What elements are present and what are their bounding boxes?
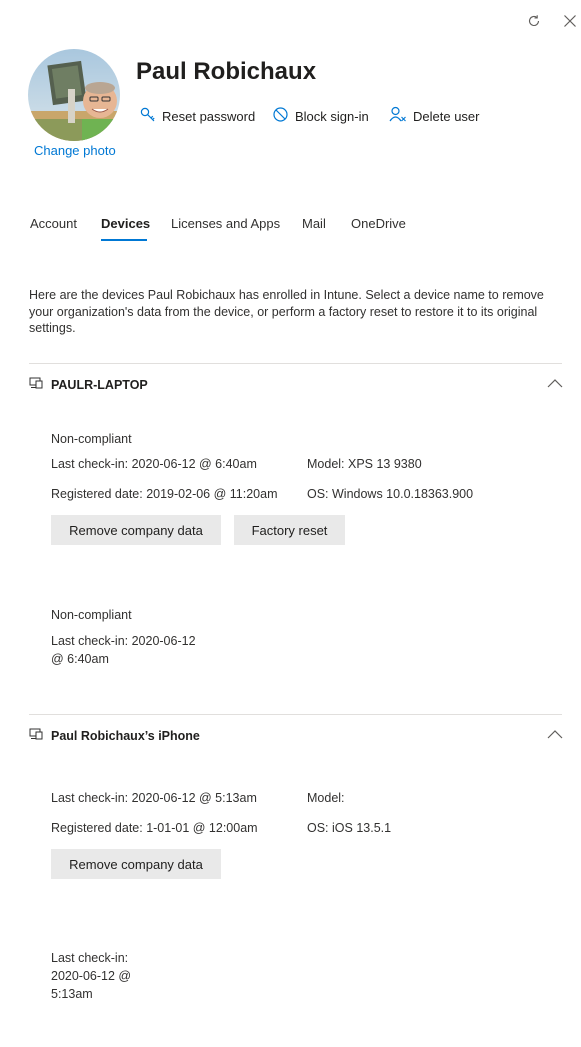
tab-onedrive[interactable]: OneDrive — [351, 216, 406, 231]
divider — [29, 363, 562, 364]
tab-devices[interactable]: Devices — [101, 216, 150, 231]
block-signin-button[interactable]: Block sign-in — [272, 106, 369, 126]
device-os: OS: iOS 13.5.1 — [307, 821, 392, 835]
delete-user-button[interactable]: Delete user — [389, 106, 479, 126]
chevron-up-icon[interactable] — [546, 728, 564, 742]
block-signin-label: Block sign-in — [295, 108, 369, 124]
user-name: Paul Robichaux — [136, 58, 317, 85]
compact-last-checkin: Last check-in: 2020-06-12 @ 5:13am — [51, 949, 131, 1003]
delete-user-label: Delete user — [413, 108, 480, 124]
device-name: PAULR-LAPTOP — [51, 377, 148, 392]
devices-description: Here are the devices Paul Robichaux has … — [29, 288, 544, 335]
registered-date: Registered date: 2019-02-06 @ 11:20am — [51, 487, 278, 501]
last-checkin: Last check-in: 2020-06-12 @ 6:40am — [51, 457, 257, 471]
reset-password-label: Reset password — [162, 108, 256, 124]
compact-last-checkin-line: 2020-06-12 @ — [51, 969, 132, 983]
registered-date: Registered date: 1-01-01 @ 12:00am — [51, 821, 258, 835]
delete-user-icon — [389, 106, 407, 126]
device-model: Model: — [307, 791, 345, 805]
chevron-up-icon[interactable] — [546, 377, 564, 391]
device-os: OS: Windows 10.0.18363.900 — [307, 487, 474, 501]
tab-account[interactable]: Account — [30, 216, 77, 231]
last-checkin: Last check-in: 2020-06-12 @ 5:13am — [51, 791, 257, 805]
compact-last-checkin-line: @ 6:40am — [51, 652, 109, 666]
compact-compliance-status: Non-compliant — [51, 608, 132, 622]
device-model: Model: XPS 13 9380 — [307, 457, 422, 471]
compact-last-checkin: Last check-in: 2020-06-12 @ 6:40am — [51, 632, 196, 668]
compact-last-checkin-line: 5:13am — [51, 987, 93, 1001]
device-icon — [29, 377, 43, 392]
remove-company-data-button[interactable]: Remove company data — [51, 849, 221, 879]
key-icon — [139, 106, 156, 126]
change-photo-link[interactable]: Change photo — [34, 143, 116, 158]
device-header-laptop[interactable]: PAULR-LAPTOP — [29, 377, 148, 392]
tab-mail[interactable]: Mail — [302, 216, 326, 231]
refresh-icon[interactable] — [524, 11, 544, 31]
reset-password-button[interactable]: Reset password — [139, 106, 255, 126]
tab-licenses-and-apps[interactable]: Licenses and Apps — [171, 216, 280, 231]
close-icon[interactable] — [560, 11, 580, 31]
compact-last-checkin-line: Last check-in: — [51, 951, 129, 965]
active-tab-indicator — [101, 239, 147, 241]
remove-company-data-button[interactable]: Remove company data — [51, 515, 221, 545]
block-icon — [272, 106, 289, 126]
device-header-iphone[interactable]: Paul Robichaux’s iPhone — [29, 728, 200, 743]
device-name: Paul Robichaux’s iPhone — [51, 728, 200, 743]
device-icon — [29, 728, 43, 743]
factory-reset-button[interactable]: Factory reset — [234, 515, 345, 545]
compliance-status: Non-compliant — [51, 432, 132, 446]
compact-last-checkin-line: Last check-in: 2020-06-12 — [51, 634, 196, 648]
avatar[interactable] — [28, 49, 120, 141]
divider — [29, 714, 562, 715]
